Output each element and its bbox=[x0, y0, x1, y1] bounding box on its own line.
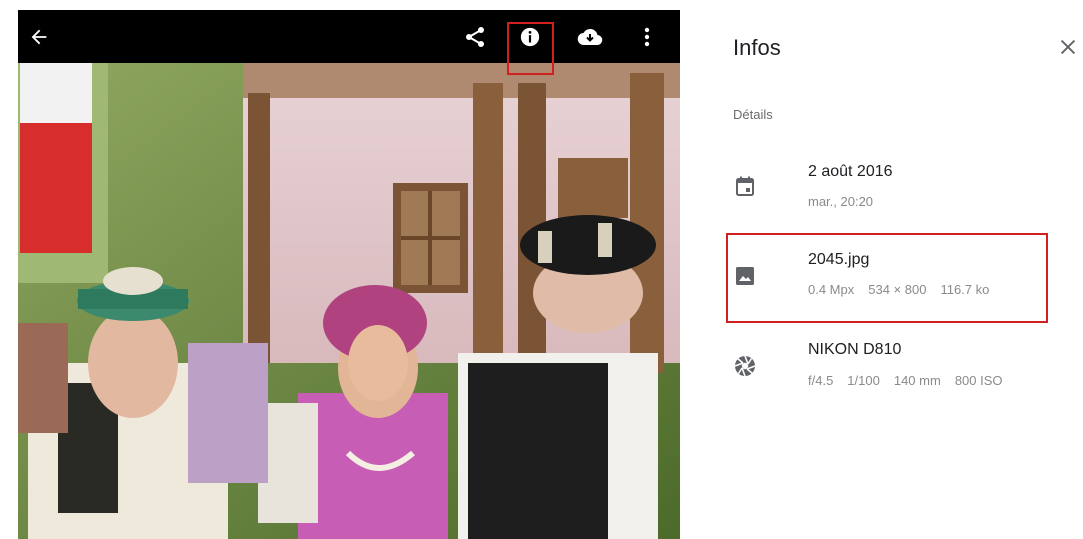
camera-settings: f/4.5 1/100 140 mm 800 ISO bbox=[808, 373, 1017, 388]
camera-focal: 140 mm bbox=[893, 373, 941, 388]
camera-iso: 800 ISO bbox=[954, 373, 1003, 388]
back-button[interactable] bbox=[22, 20, 56, 54]
arrow-left-icon bbox=[31, 29, 47, 45]
info-button[interactable] bbox=[513, 20, 547, 54]
info-icon bbox=[520, 27, 540, 47]
share-button[interactable] bbox=[458, 20, 492, 54]
camera-shutter: 1/100 bbox=[847, 373, 880, 388]
file-detail: 2045.jpg 0.4 Mpx 534 × 800 116.7 ko bbox=[695, 247, 1083, 307]
camera-model: NIKON D810 bbox=[808, 341, 902, 358]
file-dimensions: 534 × 800 bbox=[868, 282, 927, 297]
photo-viewer bbox=[18, 10, 680, 539]
calendar-icon bbox=[736, 176, 754, 196]
details-section-label: Détails bbox=[733, 107, 773, 122]
more-options-button[interactable] bbox=[630, 20, 664, 54]
date-detail: 2 août 2016 mar., 20:20 bbox=[695, 160, 1083, 220]
cloud-download-icon bbox=[577, 28, 603, 46]
file-name: 2045.jpg bbox=[808, 251, 870, 268]
time-text: mar., 20:20 bbox=[808, 194, 874, 209]
image-icon bbox=[736, 267, 754, 285]
panel-title: Infos bbox=[733, 35, 781, 60]
camera-detail: NIKON D810 f/4.5 1/100 140 mm 800 ISO bbox=[695, 336, 1083, 396]
close-button[interactable] bbox=[1057, 36, 1081, 60]
viewer-toolbar bbox=[18, 10, 680, 63]
file-meta: 0.4 Mpx 534 × 800 116.7 ko bbox=[808, 282, 1003, 297]
file-megapixels: 0.4 Mpx bbox=[808, 282, 855, 297]
file-size: 116.7 ko bbox=[940, 282, 990, 297]
date-text: 2 août 2016 bbox=[808, 163, 893, 180]
aperture-icon bbox=[734, 355, 756, 377]
info-panel: Infos Détails 2 août 2016 mar., 20:20 20… bbox=[695, 0, 1083, 539]
close-icon bbox=[1060, 39, 1076, 55]
camera-aperture: f/4.5 bbox=[808, 373, 834, 388]
photo-image bbox=[18, 63, 680, 539]
download-button[interactable] bbox=[573, 20, 607, 54]
more-vert-icon bbox=[644, 27, 650, 47]
share-icon bbox=[466, 27, 484, 47]
